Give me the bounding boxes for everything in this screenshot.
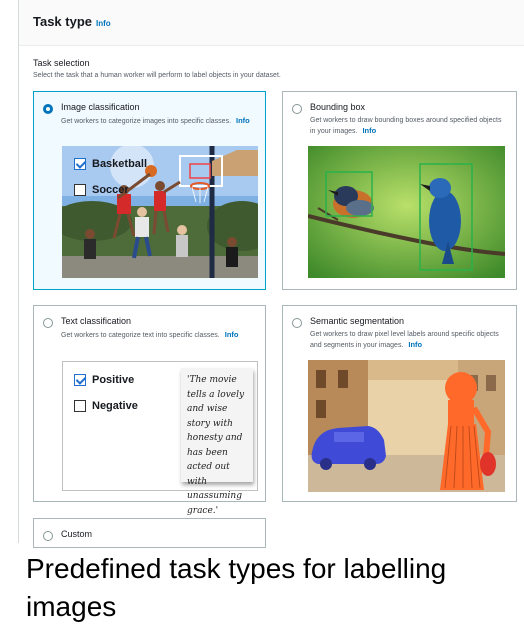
checkbox-positive-label: Positive xyxy=(92,374,135,386)
card-description: Get workers to categorize images into sp… xyxy=(61,116,250,125)
checkbox-soccer-label: Soccer xyxy=(92,184,129,196)
checkbox-negative[interactable] xyxy=(74,400,86,412)
custom-radio[interactable] xyxy=(43,531,53,541)
street-image xyxy=(308,360,505,492)
card-description: Get workers to draw pixel level labels a… xyxy=(310,331,499,349)
image-classification-radio[interactable] xyxy=(43,104,53,114)
review-quote: 'The movie tells a lovely and wise story… xyxy=(181,368,253,516)
checkbox-basketball-label: Basketball xyxy=(92,158,148,170)
text-classification-example: Positive Negative 'The movie tells a lov… xyxy=(62,361,258,516)
birds-image xyxy=(308,146,505,278)
semantic-segmentation-radio[interactable] xyxy=(292,318,302,328)
card-title: Semantic segmentation xyxy=(310,316,405,326)
card-semantic-segmentation[interactable]: Semantic segmentation Get workers to dra… xyxy=(282,305,517,502)
bounding-box-info-link[interactable]: Info xyxy=(362,126,376,135)
task-type-info-link[interactable]: Info xyxy=(96,19,111,28)
task-selection-label: Task selection xyxy=(33,58,90,68)
panel-header: Task type Info xyxy=(19,0,524,46)
card-text-classification[interactable]: Text classification Get workers to categ… xyxy=(33,305,266,516)
card-custom[interactable]: Custom xyxy=(33,518,266,548)
image-classification-info-link[interactable]: Info xyxy=(236,116,250,125)
street-scene xyxy=(308,360,505,492)
panel-title: Task type Info xyxy=(33,14,111,29)
card-title: Image classification xyxy=(61,102,140,112)
checkbox-soccer[interactable] xyxy=(74,184,86,196)
card-title: Bounding box xyxy=(310,102,366,112)
card-description: Get workers to categorize text into spec… xyxy=(61,330,239,339)
card-title: Text classification xyxy=(61,316,132,326)
caption: Predefined task types for labelling imag… xyxy=(26,553,447,622)
text-classification-radio[interactable] xyxy=(43,318,53,328)
checkbox-basketball-row[interactable]: Basketball xyxy=(74,158,147,170)
card-description: Get workers to draw bounding boxes aroun… xyxy=(310,117,502,135)
checkbox-positive[interactable] xyxy=(74,374,86,386)
task-selection-description: Select the task that a human worker will… xyxy=(33,72,281,79)
card-bounding-box[interactable]: Bounding box Get workers to draw boundin… xyxy=(282,91,517,290)
checkbox-negative-row[interactable]: Negative xyxy=(74,400,138,412)
checkbox-basketball[interactable] xyxy=(74,158,86,170)
card-image-classification[interactable]: Image classification Get workers to cate… xyxy=(33,91,266,290)
checkbox-positive-row[interactable]: Positive xyxy=(74,374,134,386)
checkbox-soccer-row[interactable]: Soccer xyxy=(74,184,129,196)
bounding-box-radio[interactable] xyxy=(292,104,302,114)
birds-scene xyxy=(308,146,505,278)
task-type-panel: Task type Info Task selection Select the … xyxy=(18,0,524,548)
text-classification-info-link[interactable]: Info xyxy=(225,330,239,339)
semantic-segmentation-info-link[interactable]: Info xyxy=(408,340,422,349)
card-title: Custom xyxy=(61,529,93,539)
checkbox-negative-label: Negative xyxy=(92,400,138,412)
